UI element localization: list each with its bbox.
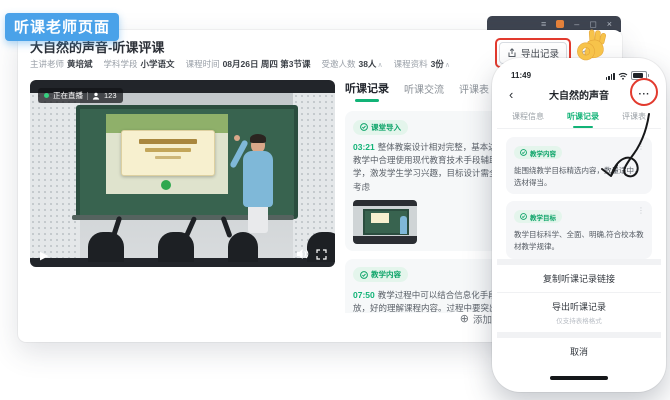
card-menu-icon[interactable]: ⋮ (637, 142, 645, 151)
tab-listen-record[interactable]: 听课记录 (345, 80, 389, 102)
record-time: 07:50 (353, 290, 375, 300)
phone-page-title: 大自然的声音 (549, 87, 609, 102)
viewer-count: 123 (104, 91, 117, 100)
chevron-up-icon: ∧ (377, 62, 382, 69)
meta-invitees[interactable]: 受邀人数38人∧ (321, 58, 382, 70)
student-silhouette (88, 232, 124, 262)
card-menu-icon[interactable]: ⋮ (637, 206, 645, 215)
meta-time: 课程时间08月26日 周四 第3节课 (186, 58, 311, 70)
fullscreen-icon[interactable] (316, 249, 327, 260)
live-badge: 正在直播 123 (38, 88, 123, 103)
phone-tab-listen-record[interactable]: 听课记录 (567, 111, 599, 128)
signal-icon (606, 73, 615, 81)
record-tag: 教学目标 (514, 210, 562, 223)
menu-icon[interactable]: ≡ (541, 20, 546, 29)
check-circle-icon (520, 149, 527, 156)
phone-tab-course-info[interactable]: 课程信息 (512, 111, 544, 128)
tab-listen-chat[interactable]: 听课交流 (404, 81, 444, 102)
record-tag: 教学内容 (514, 146, 562, 159)
status-time: 11:49 (511, 71, 531, 80)
meta-materials[interactable]: 课程资料3份∧ (394, 58, 450, 70)
export-icon (507, 48, 517, 58)
export-sub-label: 仅支持表格格式 (497, 315, 661, 325)
projector-screen (106, 114, 228, 194)
ok-hand-emoji (573, 26, 610, 69)
close-icon[interactable]: × (607, 20, 612, 29)
back-icon[interactable]: ‹ (509, 88, 513, 101)
meta-subject: 学科学段小学语文 (104, 58, 175, 70)
phone-record-list: 教学内容 ⋮ 能围绕教学目标精选内容，数量适中，选材得当。 教学目标 ⋮ 教学目… (497, 129, 661, 259)
app-badge-icon (556, 20, 564, 28)
record-thumbnail[interactable] (353, 200, 417, 244)
more-icon[interactable]: ··· (639, 89, 651, 100)
phone-tab-evaluation[interactable]: 评课表 (622, 111, 646, 128)
meta-teacher: 主讲老师黄培斌 (30, 58, 93, 70)
live-dot-icon (44, 93, 49, 98)
record-time: 03:21 (353, 142, 375, 152)
home-indicator (550, 376, 608, 380)
wifi-icon (618, 72, 628, 80)
add-icon: ⊕ (460, 314, 469, 325)
check-circle-icon (520, 213, 527, 220)
record-tag: 教学内容 (353, 267, 408, 282)
play-button[interactable]: ▶ (40, 249, 48, 262)
viewers-icon (92, 92, 100, 100)
battery-icon (631, 71, 647, 80)
phone-tabs: 课程信息 听课记录 评课表 (497, 107, 661, 129)
phone-record-item: 教学内容 ⋮ 能围绕教学目标精选内容，数量适中，选材得当。 (506, 137, 652, 194)
student-silhouette (158, 232, 194, 262)
phone-record-item: 教学目标 ⋮ 教学目标科学、全面、明确,符合校本教材教学规律。 (506, 201, 652, 258)
chevron-up-icon: ∧ (445, 62, 450, 69)
phone-action-sheet: 复制听课记录链接 导出听课记录 仅支持表格格式 取消 (497, 259, 661, 387)
student-silhouette (228, 232, 258, 262)
video-player[interactable]: 正在直播 123 ▶ (30, 80, 335, 267)
teacher-figure (241, 137, 275, 239)
course-meta-row: 主讲老师黄培斌 学科学段小学语文 课程时间08月26日 周四 第3节课 受邀人数… (30, 58, 450, 70)
check-circle-icon (360, 123, 368, 131)
record-tag: 课堂导入 (353, 120, 408, 135)
export-record-button[interactable]: 导出听课记录 仅支持表格格式 (497, 293, 661, 332)
tab-evaluation[interactable]: 评课表 (459, 81, 489, 102)
cancel-button[interactable]: 取消 (497, 338, 661, 365)
phone-mockup: 11:49 ‹ 大自然的声音 ··· 课程信息 听课记录 评课表 (492, 58, 666, 392)
annotation-page-label: 听课老师页面 (5, 13, 119, 41)
screenshot-stage: ≡ – ◻ × 听课老师页面 大自然的声音-听课评课 主讲老师黄培斌 学科学段小… (0, 0, 670, 400)
minimize-icon[interactable]: – (574, 20, 579, 29)
volume-icon[interactable] (296, 248, 309, 260)
phone-nav-bar: ‹ 大自然的声音 ··· (497, 82, 661, 107)
classroom-video-scene (30, 93, 335, 258)
copy-record-link-button[interactable]: 复制听课记录链接 (497, 265, 661, 292)
check-circle-icon (360, 271, 368, 279)
